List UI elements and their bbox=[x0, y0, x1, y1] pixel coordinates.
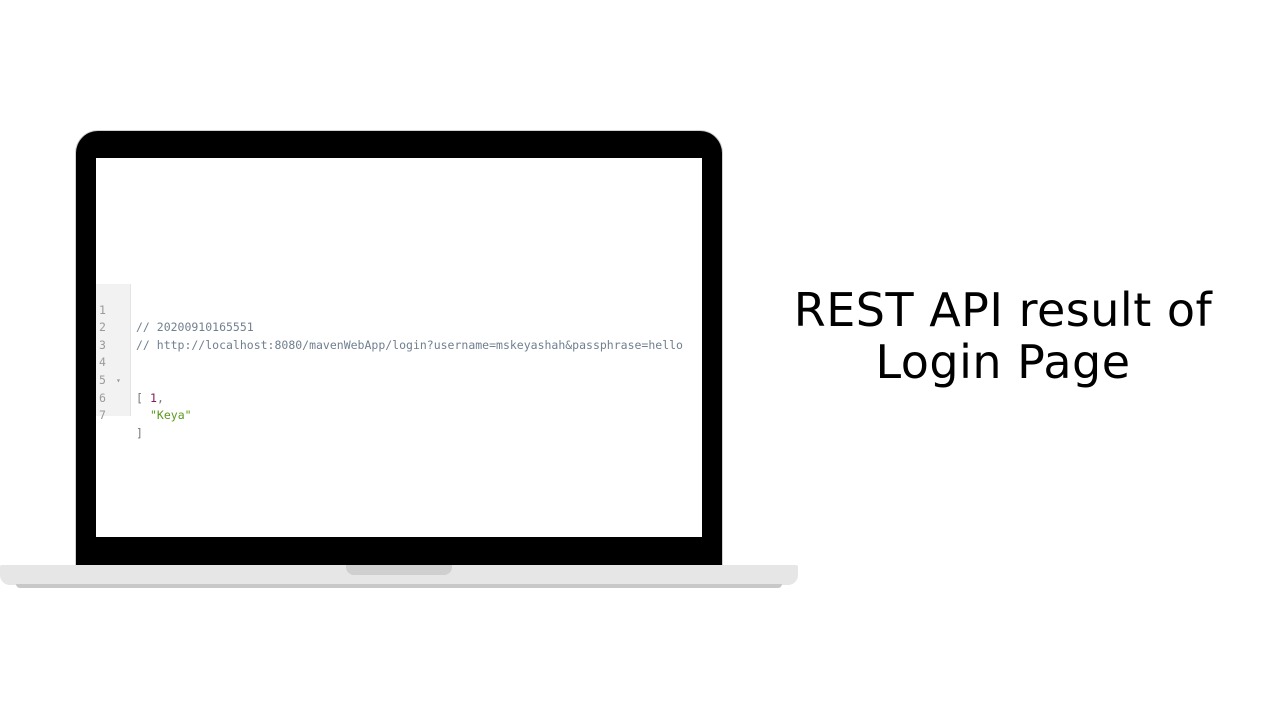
code-line-6: 6 "Keya" bbox=[96, 372, 702, 423]
code-line-5: 5 1, bbox=[96, 354, 702, 405]
laptop-lid: 1 // 20200910165551 2 // http://localhos… bbox=[76, 131, 722, 571]
slide-title: REST API result of Login Page bbox=[760, 284, 1246, 388]
code-line-7: 7 ] bbox=[96, 390, 702, 440]
laptop-base-shadow bbox=[16, 584, 782, 588]
code-line-2: 2 // http://localhost:8080/mavenWebApp/l… bbox=[96, 302, 702, 352]
array-close-bracket: ] bbox=[136, 425, 143, 440]
laptop-notch bbox=[346, 565, 452, 575]
code-line-1: 1 // 20200910165551 bbox=[96, 284, 702, 335]
laptop-screen: 1 // 20200910165551 2 // http://localhos… bbox=[96, 158, 702, 537]
line-number: 7 bbox=[99, 408, 106, 423]
slide-title-line-2: Login Page bbox=[875, 335, 1131, 389]
code-line-3: 3 bbox=[96, 319, 702, 352]
json-viewer: 1 // 20200910165551 2 // http://localhos… bbox=[96, 284, 702, 440]
slide-title-line-1: REST API result of bbox=[793, 283, 1213, 337]
slide: 1 // 20200910165551 2 // http://localhos… bbox=[0, 0, 1280, 720]
code-line-4: 4 ▾ [ bbox=[96, 337, 702, 404]
